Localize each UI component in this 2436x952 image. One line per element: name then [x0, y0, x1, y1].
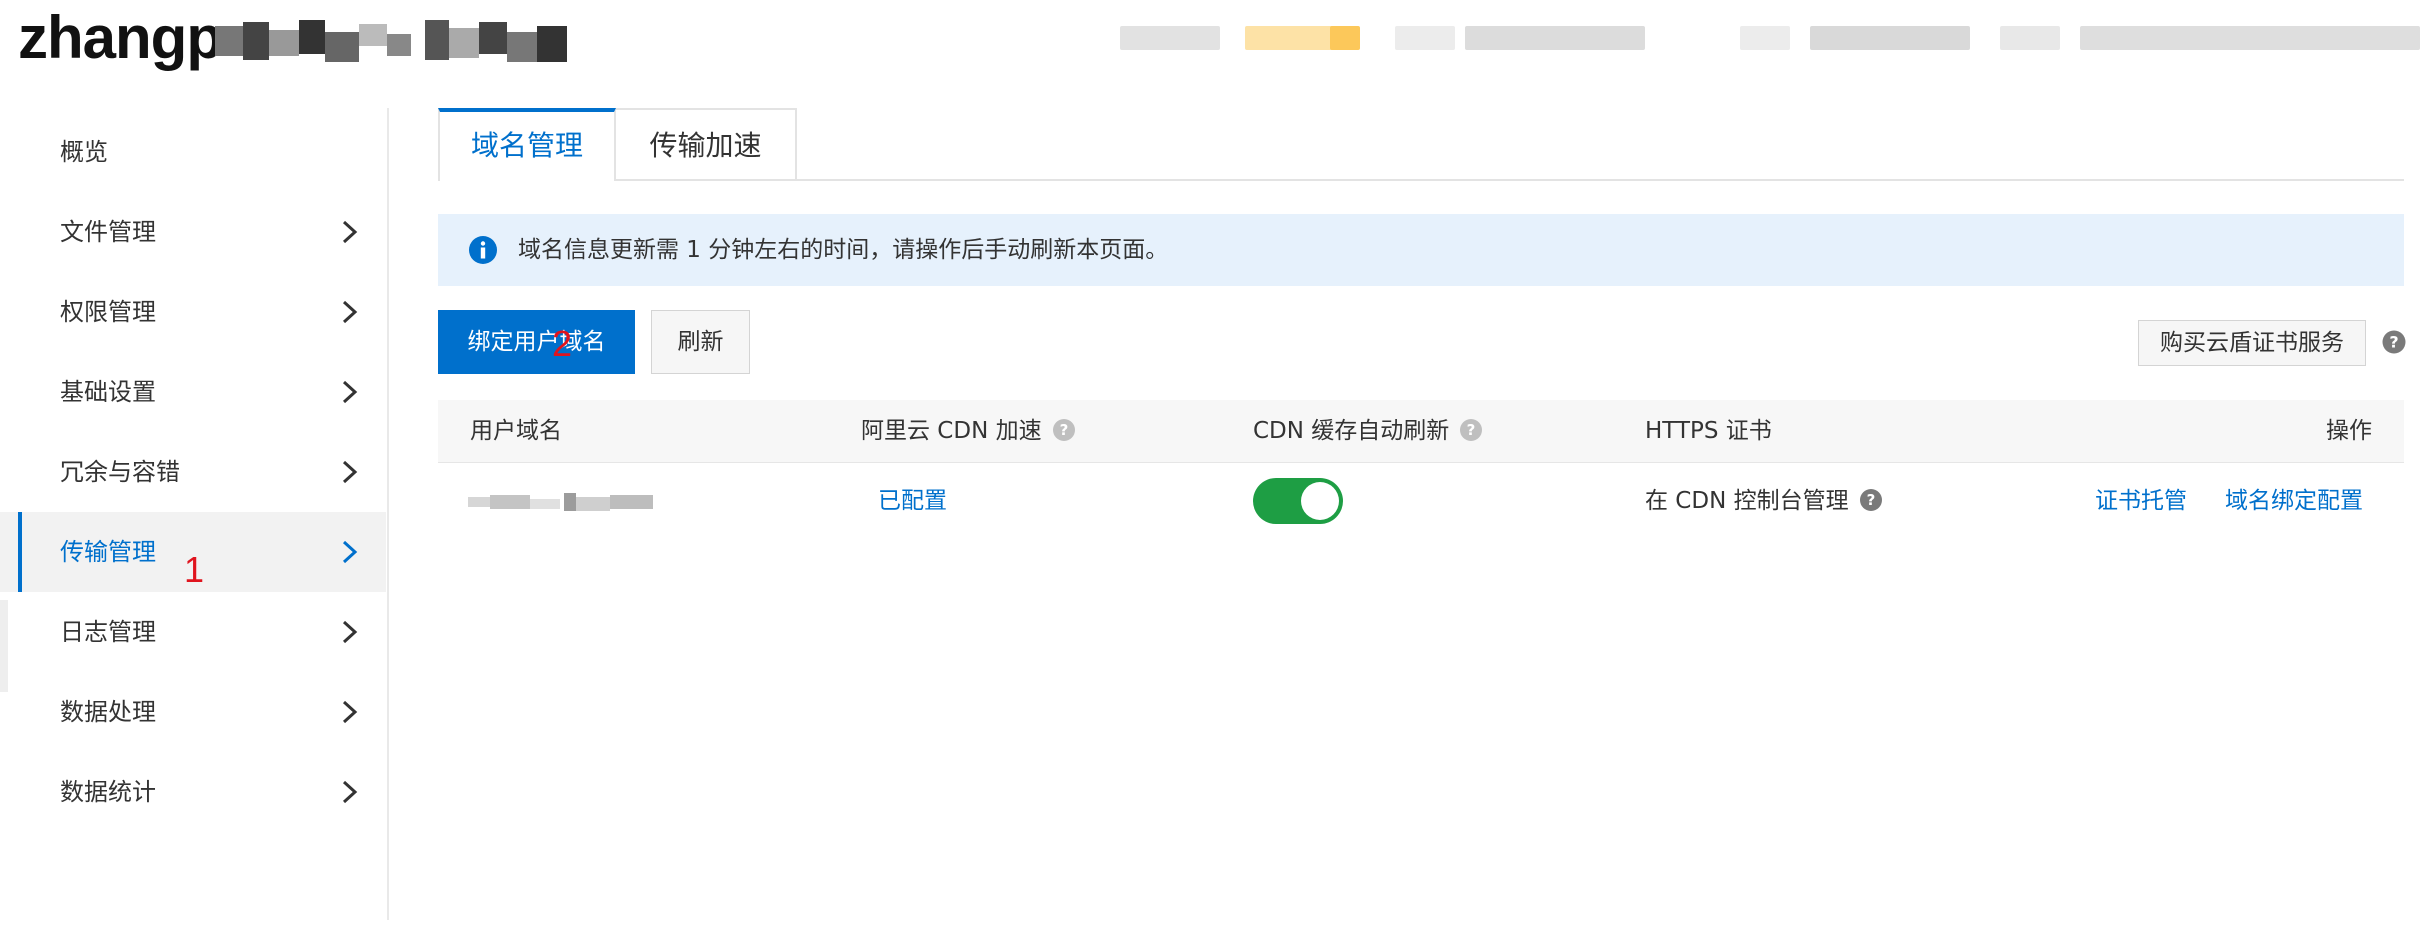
auto-refresh-toggle[interactable]: [1253, 478, 1343, 524]
sidebar-item-label: 数据处理: [60, 698, 156, 726]
svg-text:?: ?: [2389, 333, 2398, 352]
sidebar-item-label: 概览: [60, 138, 108, 166]
chevron-right-icon: [342, 780, 358, 804]
redacted-title-block: [215, 20, 567, 62]
sidebar-item-permissions[interactable]: 权限管理: [0, 272, 386, 352]
svg-text:?: ?: [1866, 491, 1875, 509]
annotation-marker-2: 2: [552, 323, 573, 364]
domain-binding-config-link[interactable]: 域名绑定配置: [2225, 463, 2363, 539]
buy-cert-button[interactable]: 购买云盾证书服务: [2138, 320, 2366, 366]
col-header-label: 阿里云 CDN 加速: [861, 418, 1042, 444]
sidebar-item-logs[interactable]: 日志管理: [0, 592, 386, 672]
refresh-button[interactable]: 刷新: [651, 310, 750, 374]
help-icon[interactable]: ?: [1052, 418, 1076, 442]
sidebar-item-label: 冗余与容错: [60, 458, 180, 486]
col-header-domain: 用户域名: [470, 400, 562, 462]
col-header-https: HTTPS 证书: [1645, 418, 1772, 444]
sidebar-item-files[interactable]: 文件管理: [0, 192, 386, 272]
chevron-right-icon: [342, 380, 358, 404]
notice-text: 域名信息更新需 1 分钟左右的时间，请操作后手动刷新本页面。: [518, 237, 1169, 263]
svg-text:?: ?: [1467, 421, 1476, 439]
annotation-marker-1: 1: [184, 549, 205, 590]
sidebar-item-label: 日志管理: [60, 618, 156, 646]
col-header-auto-refresh: CDN 缓存自动刷新?: [1253, 400, 1483, 462]
sidebar-item-label: 基础设置: [60, 378, 156, 406]
sidebar-nav: 概览 文件管理 权限管理 基础设置 冗余与容错 传输管理 日志管理 数据处理 数…: [0, 108, 389, 920]
sidebar-item-data-processing[interactable]: 数据处理: [0, 672, 386, 752]
https-cert-text: 在 CDN 控制台管理: [1645, 488, 1849, 514]
bucket-title: zhangp: [18, 4, 223, 72]
tab-transfer-acceleration[interactable]: 传输加速: [614, 108, 797, 179]
info-icon: [469, 236, 497, 264]
toggle-knob: [1301, 482, 1339, 520]
redacted-header-info: [1120, 20, 2420, 60]
chevron-right-icon: [342, 700, 358, 724]
cert-hosting-link[interactable]: 证书托管: [2095, 463, 2187, 539]
bind-domain-button[interactable]: 绑定用户域名: [438, 310, 635, 374]
tab-bar: 域名管理 传输加速: [438, 108, 2404, 181]
sidebar-item-overview[interactable]: 概览: [0, 112, 386, 192]
tab-domain-management[interactable]: 域名管理: [438, 108, 616, 181]
sidebar-item-redundancy[interactable]: 冗余与容错: [0, 432, 386, 512]
chevron-right-icon: [342, 300, 358, 324]
chevron-right-icon: [342, 620, 358, 644]
bucket-name-visible: zhangp: [18, 4, 223, 71]
sidebar-item-data-stats[interactable]: 数据统计: [0, 752, 386, 832]
redacted-domain: [468, 493, 653, 511]
help-icon[interactable]: ?: [1459, 418, 1483, 442]
https-cert-cell: 在 CDN 控制台管理?: [1645, 463, 1883, 539]
sidebar-item-basic-settings[interactable]: 基础设置: [0, 352, 386, 432]
info-notice: 域名信息更新需 1 分钟左右的时间，请操作后手动刷新本页面。: [438, 214, 2404, 286]
chevron-right-icon: [342, 540, 358, 564]
table-header: 用户域名 阿里云 CDN 加速? CDN 缓存自动刷新? HTTPS 证书 操作: [438, 400, 2404, 463]
cdn-configured-link[interactable]: 已配置: [878, 463, 947, 539]
col-header-cdn: 阿里云 CDN 加速?: [861, 400, 1076, 462]
sidebar-item-label: 文件管理: [60, 218, 156, 246]
help-icon[interactable]: ?: [1859, 488, 1883, 512]
col-header-label: CDN 缓存自动刷新: [1253, 418, 1450, 444]
chevron-right-icon: [342, 220, 358, 244]
help-icon[interactable]: ?: [2382, 330, 2406, 354]
svg-text:?: ?: [1059, 421, 1068, 439]
col-header-actions: 操作: [2326, 418, 2372, 444]
chevron-right-icon: [342, 460, 358, 484]
sidebar-item-label: 权限管理: [60, 298, 156, 326]
sidebar-item-label: 数据统计: [60, 778, 156, 806]
col-header-label: 用户域名: [470, 418, 562, 444]
active-indicator: [18, 512, 22, 592]
sidebar-item-label: 传输管理: [60, 538, 156, 566]
table-row: 已配置 在 CDN 控制台管理? 证书托管 域名绑定配置: [438, 463, 2404, 539]
